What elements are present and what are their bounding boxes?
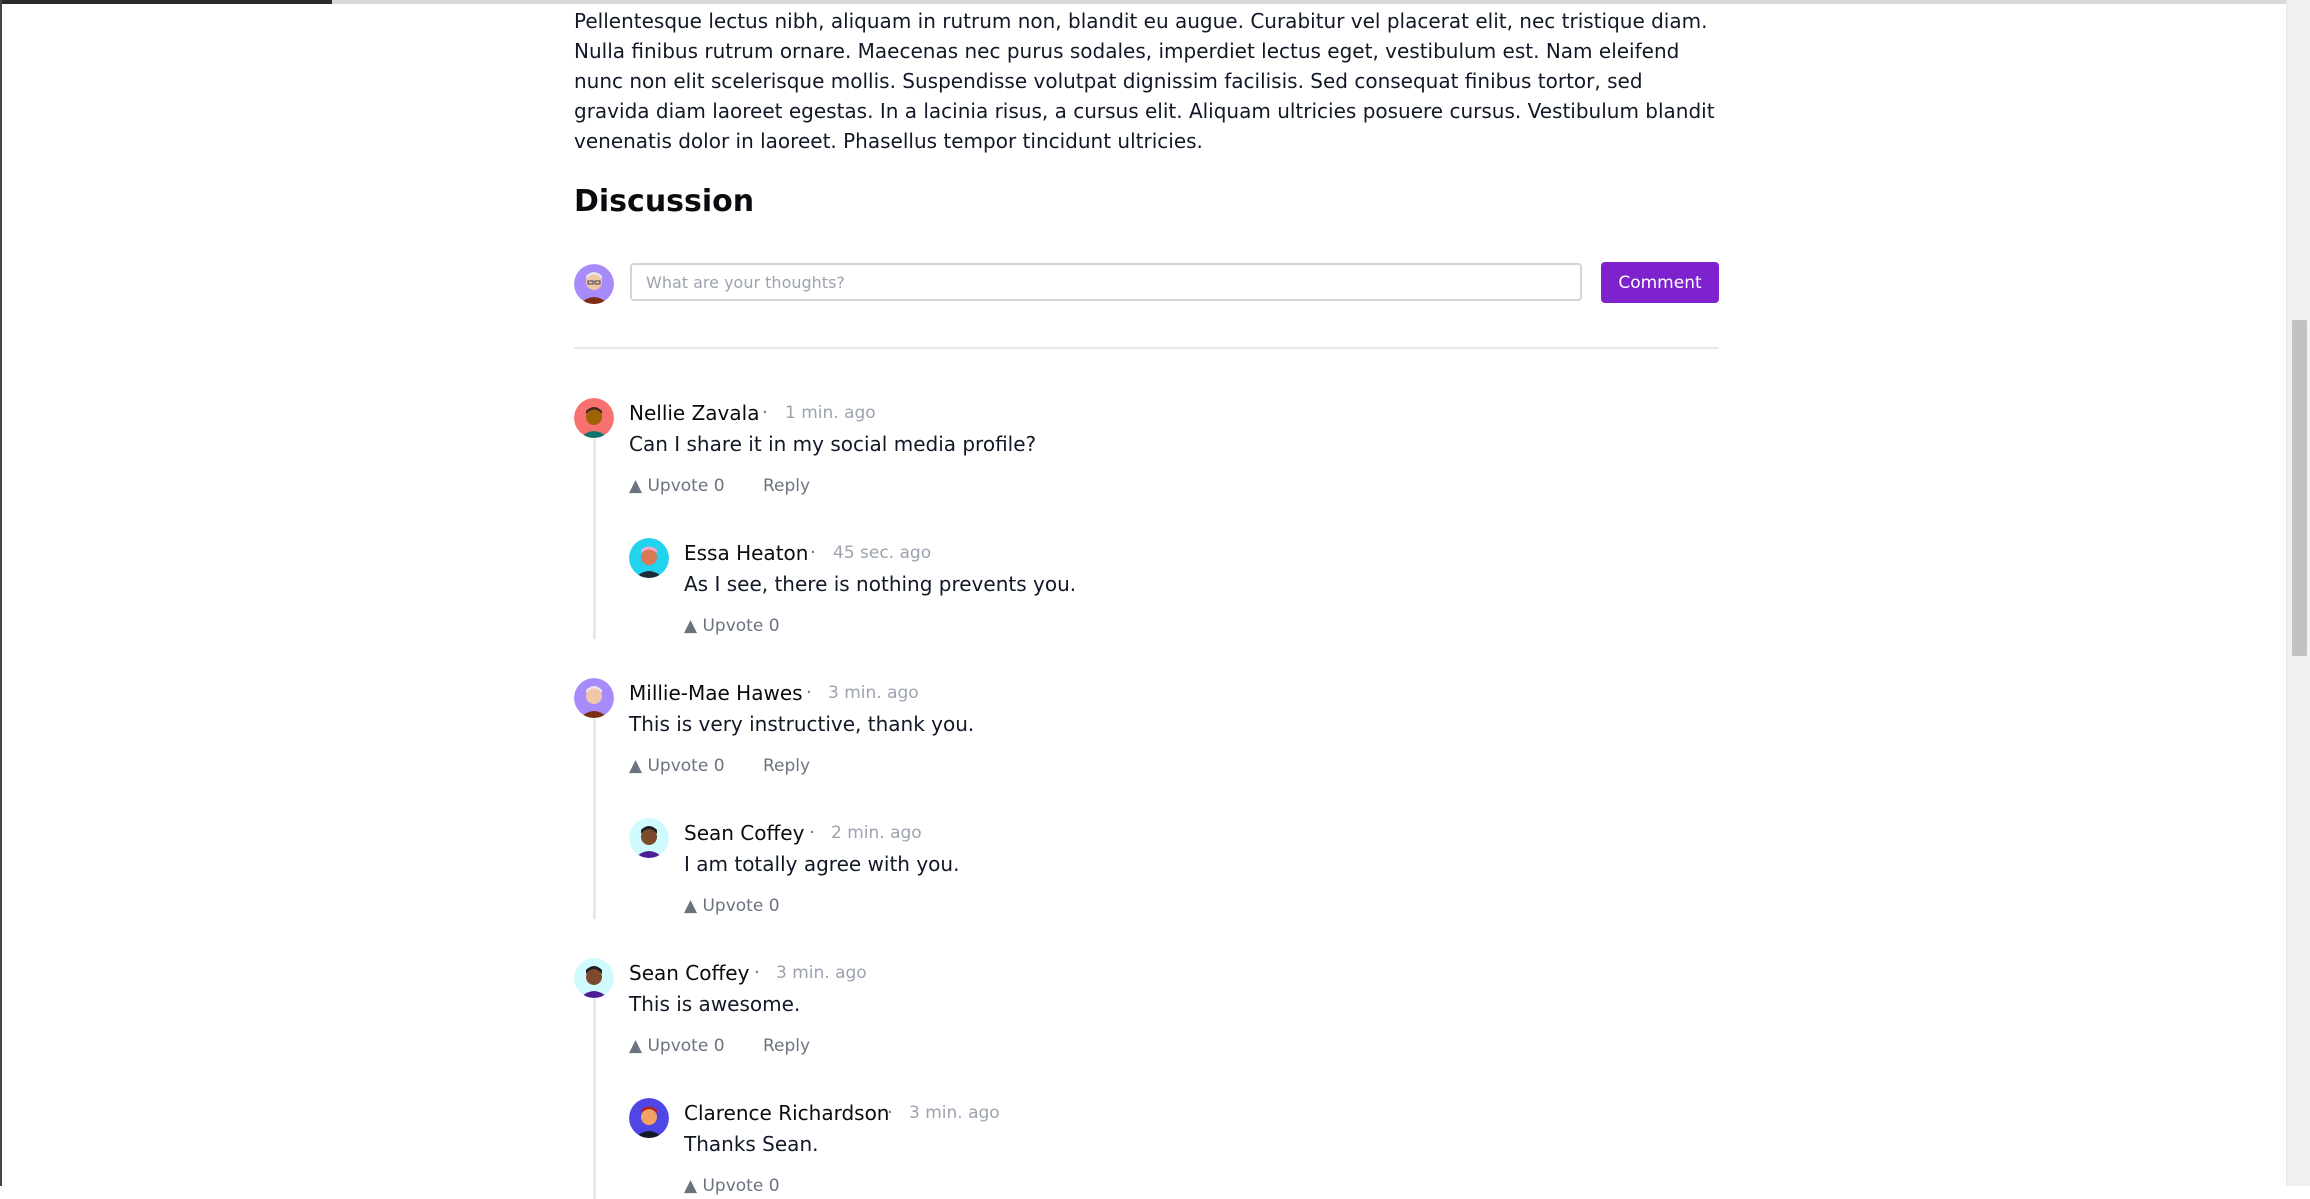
user-avatar-icon (629, 818, 669, 858)
comment-author[interactable]: Essa Heaton (684, 540, 808, 566)
comment-text: This is very instructive, thank you. (629, 712, 975, 736)
article-paragraph: Pellentesque lectus nibh, aliquam in rut… (574, 9, 1715, 153)
scrollbar-thumb[interactable] (2292, 320, 2307, 656)
comment-text: Thanks Sean. (684, 1132, 819, 1156)
meta-separator: · (762, 402, 768, 423)
reply-button[interactable]: Reply (763, 1034, 810, 1058)
upvote-button[interactable]: ▲ Upvote 0 (629, 754, 725, 778)
comment-author[interactable]: Sean Coffey (629, 960, 749, 986)
comment-timestamp: 3 min. ago (909, 1103, 1000, 1123)
upvote-button[interactable]: ▲ Upvote 0 (629, 474, 725, 498)
upvote-button[interactable]: ▲ Upvote 0 (684, 614, 780, 638)
upvote-button[interactable]: ▲ Upvote 0 (629, 1034, 725, 1058)
comment-text: As I see, there is nothing prevents you. (684, 572, 1077, 596)
comment-author[interactable]: Millie-Mae Hawes (629, 680, 803, 706)
user-avatar-icon (574, 398, 614, 438)
comment-timestamp: 3 min. ago (828, 683, 919, 703)
user-avatar-icon (574, 264, 614, 304)
comment-text: Can I share it in my social media profil… (629, 432, 1037, 456)
commenter-avatar (574, 958, 614, 998)
meta-separator: · (810, 542, 816, 563)
comment-timestamp: 3 min. ago (776, 963, 867, 983)
commenter-avatar (574, 398, 614, 438)
reply-button[interactable]: Reply (763, 474, 810, 498)
comment-button[interactable]: Comment (1601, 262, 1719, 303)
comment-thread: Millie-Mae Hawes · 3 min. ago This is ve… (574, 675, 1719, 925)
meta-separator: · (809, 822, 815, 843)
comment-form: Comment (574, 258, 1719, 304)
user-avatar-icon (629, 538, 669, 578)
upvote-button[interactable]: ▲ Upvote 0 (684, 894, 780, 918)
window-top-border (0, 0, 2310, 4)
comment-author[interactable]: Nellie Zavala (629, 400, 759, 426)
meta-separator: · (754, 962, 760, 983)
window-tab-edge (0, 0, 332, 4)
thread-line (593, 999, 596, 1199)
thread-line (593, 719, 596, 919)
discussion-divider (574, 347, 1719, 349)
commenter-avatar (629, 538, 669, 578)
commenter-avatar (574, 678, 614, 718)
user-avatar-icon (574, 678, 614, 718)
comment-text: This is awesome. (629, 992, 801, 1016)
comment-author[interactable]: Sean Coffey (684, 820, 804, 846)
commenter-avatar (629, 1098, 669, 1138)
comment-timestamp: 1 min. ago (785, 403, 876, 423)
main-content: Pellentesque lectus nibh, aliquam in rut… (574, 6, 1719, 1199)
comment-timestamp: 2 min. ago (831, 823, 922, 843)
window-left-border (0, 0, 2, 1186)
comment-thread: Sean Coffey · 3 min. ago This is awesome… (574, 955, 1719, 1199)
commenter-avatar (629, 818, 669, 858)
comment-input[interactable] (630, 263, 1582, 301)
thread-line (593, 439, 596, 639)
comment-author[interactable]: Clarence Richardson (684, 1100, 889, 1126)
discussion-heading: Discussion (574, 184, 755, 219)
user-avatar-icon (629, 1098, 669, 1138)
meta-separator: · (806, 682, 812, 703)
current-user-avatar (574, 264, 614, 304)
upvote-button[interactable]: ▲ Upvote 0 (684, 1174, 780, 1198)
user-avatar-icon (574, 958, 614, 998)
comment-text: I am totally agree with you. (684, 852, 960, 876)
vertical-scrollbar[interactable] (2286, 0, 2310, 1186)
comment-thread: Nellie Zavala · 1 min. ago Can I share i… (574, 395, 1719, 645)
meta-separator: · (887, 1102, 893, 1123)
comment-timestamp: 45 sec. ago (833, 543, 932, 563)
reply-button[interactable]: Reply (763, 754, 810, 778)
